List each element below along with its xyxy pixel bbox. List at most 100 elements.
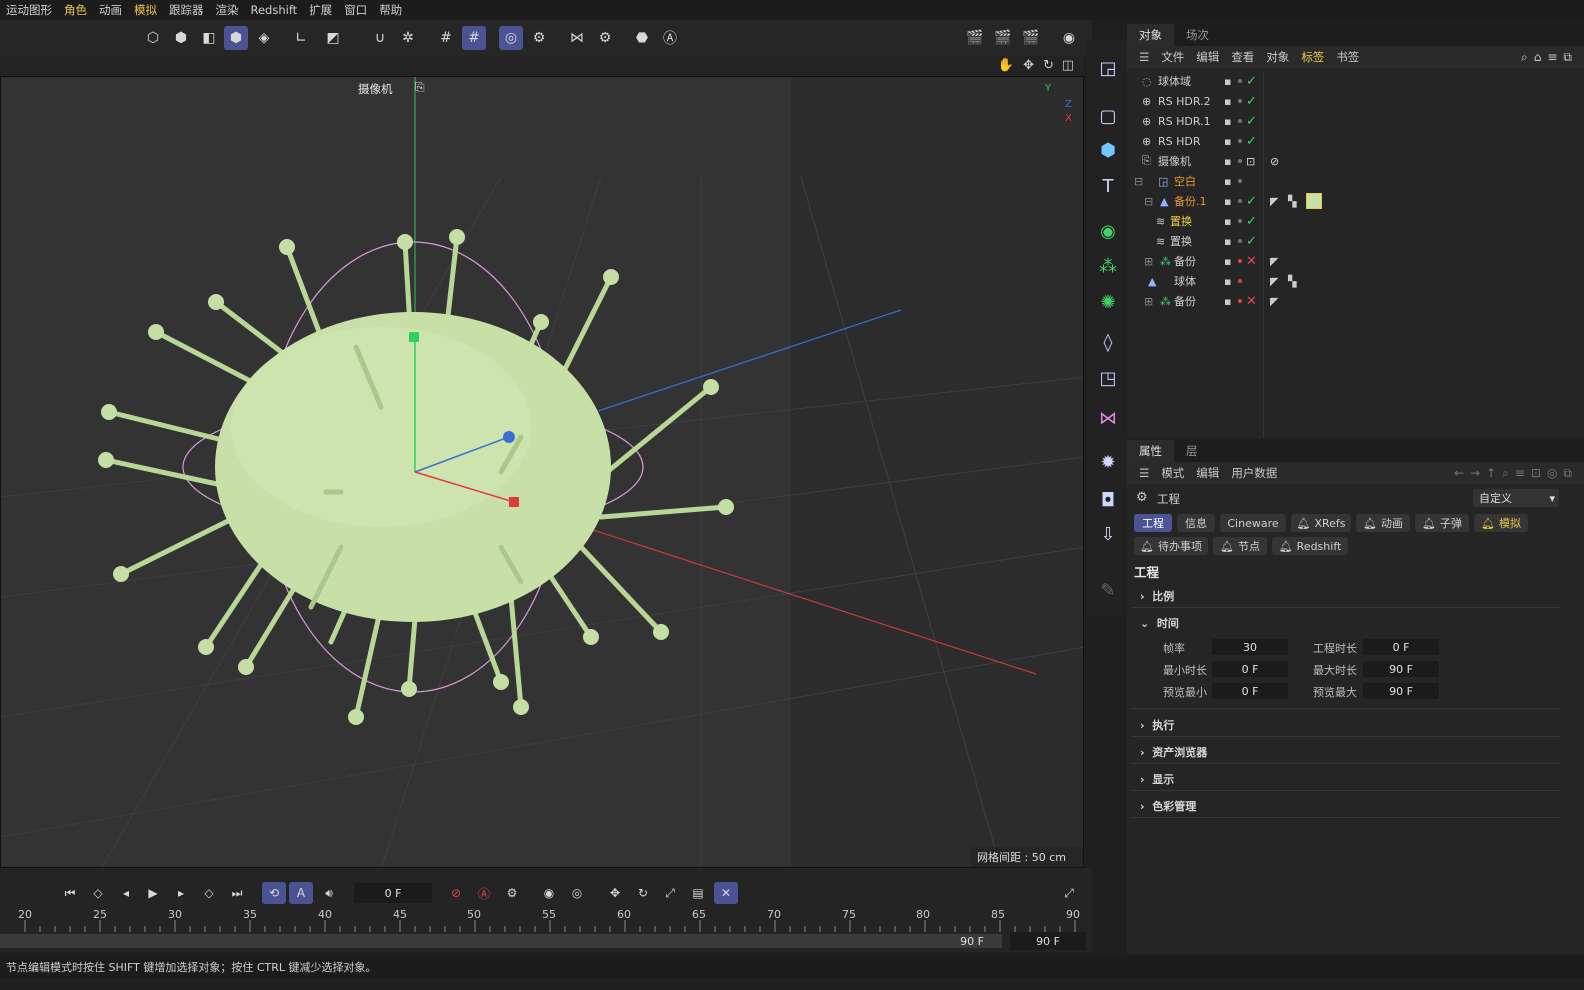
redshift-ipr-icon[interactable]: ◉ <box>1057 26 1081 50</box>
section-time[interactable]: ⌄ 时间 <box>1140 615 1179 631</box>
om-menu-edit[interactable]: 编辑 <box>1190 49 1225 65</box>
prev-frame-icon[interactable]: ◂ <box>114 882 138 904</box>
project-length-field[interactable]: 0 F <box>1363 639 1439 655</box>
pill-simulation[interactable]: 🔔︎ 模拟 <box>1474 514 1528 532</box>
generator-icon[interactable]: ◉ <box>1092 215 1124 247</box>
object-row[interactable]: ◌ 球体域 ▪ ✓ <box>1132 71 1584 91</box>
autokey-icon[interactable]: Ⓐ <box>472 882 496 904</box>
edges-mode-icon[interactable]: ⬢ <box>169 26 193 50</box>
object-row[interactable]: ⊟ ▲ 备份.1 ▪ ✓ ◤ ▚ <box>1132 191 1584 211</box>
object-row[interactable]: ≋ 置换 ▪ ✓ <box>1132 231 1584 251</box>
material-tag-icon[interactable] <box>1306 193 1322 209</box>
object-row[interactable]: ⊕ RS HDR.2 ▪ ✓ <box>1132 91 1584 111</box>
tab-attributes[interactable]: 属性 <box>1127 440 1174 462</box>
om-menu-file[interactable]: 文件 <box>1155 49 1190 65</box>
om-search-home-icons[interactable]: ⌕⌂≡⧉ <box>1521 50 1584 65</box>
edit-render-settings-icon[interactable]: 🎬 <box>1019 26 1043 50</box>
camera-target-icon[interactable]: ⊡ <box>1246 155 1255 168</box>
om-menu-bookmarks[interactable]: 书签 <box>1330 49 1365 65</box>
menu-simulate[interactable]: 模拟 <box>128 2 163 18</box>
hamburger-icon[interactable]: ☰ <box>1133 466 1155 480</box>
tab-takes[interactable]: 场次 <box>1174 24 1221 46</box>
preview-min-field[interactable]: 0 F <box>1212 683 1288 699</box>
next-key-icon[interactable]: ◇ <box>197 882 221 904</box>
loop-icon[interactable]: ⟲ <box>262 882 286 904</box>
vis-dot[interactable] <box>1238 219 1242 223</box>
null-object-icon[interactable]: ◲ <box>1092 52 1124 84</box>
phong-tag-icon[interactable]: ◤ <box>1270 195 1278 208</box>
editor-vis-icon[interactable]: ▪ <box>1224 295 1231 308</box>
pill-project[interactable]: 工程 <box>1134 514 1172 532</box>
light-icon[interactable]: ✹ <box>1092 446 1124 478</box>
preset-dropdown[interactable]: 自定义 ▾ <box>1473 489 1559 507</box>
current-frame-field[interactable]: 0 F <box>354 883 432 903</box>
render-view-icon[interactable]: 🎬 <box>963 26 987 50</box>
section-asset-browser[interactable]: › 资产浏览器 <box>1140 744 1207 760</box>
timeline-graph-icon[interactable]: ⤢ <box>1057 882 1081 904</box>
phong-tag-icon[interactable]: ◤ <box>1270 295 1278 308</box>
editor-vis-icon[interactable]: ▪ <box>1224 255 1231 268</box>
vis-dot[interactable] <box>1238 119 1242 123</box>
editor-vis-icon[interactable]: ▪ <box>1224 75 1231 88</box>
speaker-icon[interactable]: 🔊︎ <box>317 882 341 904</box>
phong-tag-icon[interactable]: ◤ <box>1270 275 1278 288</box>
menu-window[interactable]: 窗口 <box>338 2 373 18</box>
object-row[interactable]: ⊞ ⁂ 备份 ▪ ✕ ◤ <box>1132 291 1584 311</box>
end-frame-field[interactable]: 90 F <box>1010 932 1086 950</box>
rotate-view-icon[interactable]: ↻ <box>1043 58 1054 73</box>
om-menu-object[interactable]: 对象 <box>1260 49 1295 65</box>
auto-sound-icon[interactable]: A <box>289 882 313 904</box>
vis-dot[interactable] <box>1238 179 1242 183</box>
cube-icon[interactable]: ⬢ <box>1092 134 1124 166</box>
pan-icon[interactable]: ✋ <box>998 58 1014 73</box>
solo-icon[interactable]: ◩ <box>321 26 345 50</box>
keyframe-lock-icon[interactable]: ◉ <box>537 882 561 904</box>
object-row[interactable]: ⊕ RS HDR ▪ ✓ <box>1132 131 1584 151</box>
max-length-field[interactable]: 90 F <box>1363 661 1439 677</box>
go-to-start-icon[interactable]: ⏮ <box>58 882 82 904</box>
section-display[interactable]: › 显示 <box>1140 771 1174 787</box>
vis-dot[interactable] <box>1238 239 1242 243</box>
min-length-field[interactable]: 0 F <box>1212 661 1288 677</box>
am-menu-mode[interactable]: 模式 <box>1155 465 1190 481</box>
key-pla-icon[interactable]: ✕ <box>714 882 738 904</box>
section-execution[interactable]: › 执行 <box>1140 717 1174 733</box>
menu-render[interactable]: 渲染 <box>210 2 245 18</box>
am-menu-userdata[interactable]: 用户数据 <box>1225 465 1283 481</box>
object-row[interactable]: ⊟ ◲ 空白 ▪ <box>1132 171 1584 191</box>
am-nav-icons[interactable]: ←→↑⌕≡⊡◎⧉ <box>1454 466 1584 481</box>
workplane-grid-icon[interactable]: # <box>462 26 486 50</box>
editor-vis-icon[interactable]: ▪ <box>1224 195 1231 208</box>
prev-key-icon[interactable]: ◇ <box>86 882 110 904</box>
3d-viewport[interactable]: 摄像机 ⎘ Y Z X 网格间距 : 50 cm <box>0 76 1084 868</box>
pill-todo[interactable]: 🔔︎ 待办事项 <box>1134 537 1208 555</box>
object-row[interactable]: ⎘ 摄像机 ▪ ⊡ ⊘ <box>1132 151 1584 171</box>
expand-icon[interactable]: ⊞ <box>1132 255 1160 268</box>
menu-mograph[interactable]: 运动图形 <box>0 2 58 18</box>
points-mode-icon[interactable]: ⬡ <box>141 26 165 50</box>
editor-vis-icon[interactable]: ▪ <box>1224 115 1231 128</box>
play-icon[interactable]: ▶ <box>141 882 165 904</box>
collapse-icon[interactable]: ⊟ <box>1132 175 1158 188</box>
menu-animation[interactable]: 动画 <box>93 2 128 18</box>
snap-magnet-icon[interactable]: ∪ <box>368 26 392 50</box>
editor-vis-icon[interactable]: ▪ <box>1224 215 1231 228</box>
pill-info[interactable]: 信息 <box>1177 514 1215 532</box>
preview-max-field[interactable]: 90 F <box>1363 683 1439 699</box>
am-menu-edit[interactable]: 编辑 <box>1190 465 1225 481</box>
menu-character[interactable]: 角色 <box>58 2 93 18</box>
menu-redshift[interactable]: Redshift <box>245 3 304 17</box>
menu-extensions[interactable]: 扩展 <box>303 2 338 18</box>
vis-dot-hidden[interactable] <box>1238 279 1242 283</box>
uv-mode-icon[interactable]: ◈ <box>252 26 276 50</box>
auto-icon[interactable]: Ⓐ <box>658 26 682 50</box>
text-spline-icon[interactable]: T <box>1092 170 1124 202</box>
vis-dot-hidden[interactable] <box>1238 259 1242 263</box>
vis-dot[interactable] <box>1238 159 1242 163</box>
enabled-check-icon[interactable]: ✓ <box>1246 74 1257 89</box>
disabled-x-icon[interactable]: ✕ <box>1246 294 1257 309</box>
key-rotation-icon[interactable]: ↻ <box>631 882 655 904</box>
go-to-end-icon[interactable]: ⏭ <box>225 882 249 904</box>
fps-field[interactable]: 30 <box>1212 639 1288 655</box>
editor-vis-icon[interactable]: ▪ <box>1224 275 1231 288</box>
